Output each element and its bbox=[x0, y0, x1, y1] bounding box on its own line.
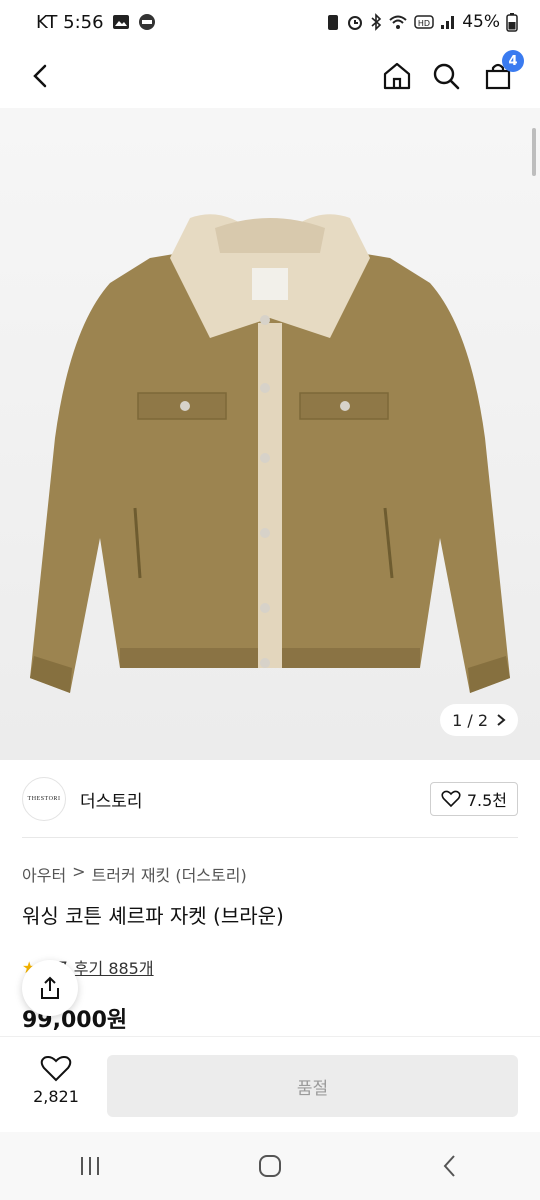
chevron-right-icon bbox=[497, 714, 506, 726]
brand-likes-count: 7.5천 bbox=[466, 791, 507, 810]
status-bar: KT 5:56 HD 45% bbox=[0, 0, 540, 44]
wishlist-button[interactable]: 2,821 bbox=[24, 1055, 88, 1106]
back-arrow-icon bbox=[33, 64, 47, 88]
breadcrumb-separator: > bbox=[72, 862, 86, 881]
breadcrumb-category[interactable]: 아우터 bbox=[22, 862, 66, 886]
purchase-bar: 2,821 품절 bbox=[0, 1036, 540, 1132]
signal-icon bbox=[441, 16, 455, 29]
breadcrumb-subcategory[interactable]: 트러커 재킷 (더스토리) bbox=[92, 862, 247, 886]
brand-logo[interactable]: THESTORI bbox=[22, 777, 66, 821]
home-nav-button[interactable] bbox=[240, 1141, 300, 1191]
brand-like-button[interactable]: 7.5천 bbox=[429, 782, 518, 816]
wifi-icon bbox=[389, 15, 407, 29]
brand-row[interactable]: THESTORI 더스토리 7.5천 bbox=[0, 760, 540, 838]
alarm-icon bbox=[348, 16, 363, 30]
image-counter-text: 1 / 2 bbox=[452, 710, 488, 730]
share-button[interactable] bbox=[22, 960, 78, 1016]
back-nav-button[interactable] bbox=[420, 1141, 480, 1191]
bluetooth-icon bbox=[371, 13, 382, 31]
svg-text:HD: HD bbox=[418, 19, 430, 28]
battery-icon bbox=[506, 13, 518, 32]
back-nav-icon bbox=[443, 1155, 455, 1177]
search-button[interactable] bbox=[428, 58, 464, 94]
heart-icon bbox=[441, 790, 461, 808]
battery-saver-icon bbox=[328, 15, 339, 30]
brand-name[interactable]: 더스토리 bbox=[80, 787, 143, 812]
wishlist-count: 2,821 bbox=[33, 1087, 79, 1106]
back-button[interactable] bbox=[22, 58, 58, 94]
product-title: 워싱 코튼 셰르파 자켓 (브라운) bbox=[22, 904, 284, 928]
breadcrumb: 아우터 > 트러커 재킷 (더스토리) bbox=[22, 862, 247, 886]
image-counter[interactable]: 1 / 2 bbox=[440, 704, 518, 736]
product-image[interactable]: 1 / 2 bbox=[0, 108, 540, 760]
scrollbar-thumb bbox=[532, 128, 536, 176]
home-icon bbox=[383, 62, 411, 90]
cart-count-badge: 4 bbox=[502, 50, 524, 72]
battery-percent: 45% bbox=[462, 12, 500, 32]
carrier-time: KT 5:56 bbox=[36, 11, 104, 33]
jacket-photo bbox=[30, 214, 510, 693]
home-circle-icon bbox=[259, 1155, 281, 1177]
recent-apps-icon bbox=[81, 1157, 99, 1175]
system-nav-bar bbox=[0, 1132, 540, 1200]
kakaotalk-notification-icon bbox=[138, 14, 155, 30]
gallery-notification-icon bbox=[112, 15, 129, 29]
home-button[interactable] bbox=[379, 58, 415, 94]
reviews-link[interactable]: 후기 885개 bbox=[74, 955, 154, 979]
hd-voice-icon: HD bbox=[414, 15, 434, 29]
recent-apps-button[interactable] bbox=[60, 1141, 120, 1191]
cart-button[interactable]: 4 bbox=[480, 50, 524, 94]
divider bbox=[22, 837, 518, 838]
share-icon bbox=[41, 976, 59, 999]
search-icon bbox=[433, 63, 460, 90]
sold-out-button[interactable]: 품절 bbox=[107, 1055, 518, 1117]
heart-icon bbox=[40, 1055, 72, 1082]
app-header: 4 bbox=[0, 44, 540, 108]
